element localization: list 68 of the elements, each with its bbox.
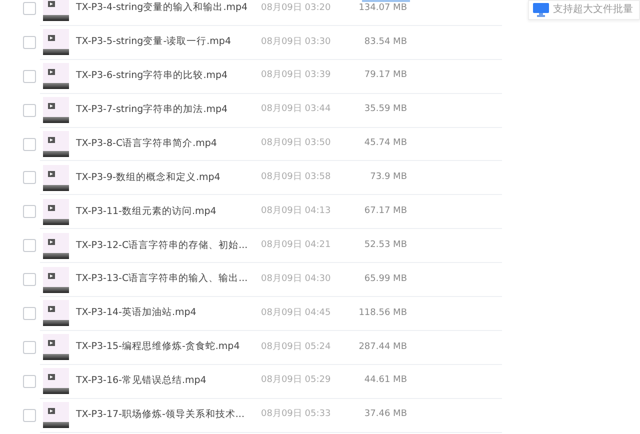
file-name[interactable]: TX-P3-9-数组的概念和定义.mp4 — [76, 170, 261, 186]
promo-text: 支持超大文件批量 — [553, 5, 633, 15]
file-size: 134.07 MB — [358, 2, 407, 15]
file-size: 37.46 MB — [363, 408, 407, 422]
file-name[interactable]: TX-P3-12-C语言字符串的存储、初始... — [76, 238, 261, 253]
checkbox[interactable] — [23, 104, 36, 117]
checkbox[interactable] — [23, 70, 36, 83]
video-thumbnail — [43, 266, 69, 293]
video-thumbnail — [43, 300, 69, 326]
file-name[interactable]: TX-P3-15-编程思维修炼-贪食蛇.mp4 — [76, 340, 261, 354]
file-name[interactable]: TX-P3-7-string字符串的加法.mp4 — [76, 102, 261, 118]
monitor-icon — [533, 3, 549, 17]
file-name[interactable]: TX-P3-14-英语加油站.mp4 — [76, 306, 261, 321]
file-name[interactable]: TX-P3-8-C语言字符串简介.mp4 — [76, 136, 261, 152]
file-name[interactable]: TX-P3-16-常见错误总结.mp4 — [76, 374, 261, 388]
file-name[interactable]: TX-P3-11-数组元素的访问.mp4 — [76, 204, 261, 219]
modified-date: 08月09日 03:39 — [261, 69, 332, 82]
modified-date: 08月09日 04:21 — [261, 238, 332, 252]
modified-date: 08月09日 05:29 — [261, 374, 332, 388]
modified-date: 08月09日 05:33 — [261, 408, 332, 422]
checkbox[interactable] — [23, 138, 36, 150]
modified-date: 08月09日 04:30 — [261, 272, 332, 286]
checkbox[interactable] — [23, 306, 36, 320]
checkbox[interactable] — [23, 205, 36, 218]
modified-date: 08月09日 03:58 — [261, 171, 332, 184]
file-size: 67.17 MB — [363, 205, 407, 218]
checkbox[interactable] — [23, 239, 36, 252]
file-size: 118.56 MB — [358, 306, 407, 320]
file-name[interactable]: TX-P3-17-职场修炼-领导关系和技术... — [76, 408, 261, 422]
file-size: 44.61 MB — [363, 374, 407, 388]
video-thumbnail — [43, 97, 69, 124]
file-name[interactable]: TX-P3-13-C语言字符串的输入、输出... — [76, 272, 261, 287]
checkbox[interactable] — [23, 273, 36, 286]
file-size: 83.54 MB — [363, 36, 407, 49]
file-size: 287.44 MB — [358, 340, 407, 354]
file-name[interactable]: TX-P3-5-string变量-读取一行.mp4 — [76, 35, 261, 50]
video-thumbnail — [43, 334, 69, 360]
video-thumbnail — [43, 402, 69, 428]
video-thumbnail — [43, 368, 69, 394]
video-thumbnail — [43, 131, 69, 157]
checkbox[interactable] — [23, 171, 36, 184]
modified-date: 08月09日 03:44 — [261, 103, 332, 116]
checkbox[interactable] — [23, 2, 36, 15]
modified-date: 08月09日 05:24 — [261, 340, 332, 354]
file-size: 73.9 MB — [369, 171, 407, 184]
checkbox[interactable] — [23, 36, 36, 49]
file-size: 79.17 MB — [363, 69, 407, 82]
checkbox[interactable] — [23, 374, 36, 388]
video-thumbnail — [43, 164, 69, 191]
file-name[interactable]: TX-P3-4-string变量的输入和输出.mp4 — [76, 1, 261, 16]
video-thumbnail — [43, 63, 69, 90]
video-thumbnail — [43, 198, 69, 225]
file-size: 65.99 MB — [363, 272, 407, 286]
modified-date: 08月09日 03:20 — [261, 2, 332, 15]
modified-date: 08月09日 04:13 — [261, 205, 332, 218]
modified-date: 08月09日 04:45 — [261, 306, 332, 320]
video-thumbnail — [43, 0, 69, 22]
file-size: 45.74 MB — [363, 137, 407, 150]
button-edge[interactable] — [362, 0, 410, 2]
video-thumbnail — [43, 232, 69, 259]
file-size: 35.59 MB — [363, 103, 407, 116]
file-size: 52.53 MB — [363, 238, 407, 252]
video-thumbnail — [43, 29, 69, 56]
checkbox[interactable] — [23, 340, 36, 354]
modified-date: 08月09日 03:50 — [261, 137, 332, 150]
checkbox[interactable] — [23, 408, 36, 422]
modified-date: 08月09日 03:30 — [261, 36, 332, 49]
file-name[interactable]: TX-P3-6-string字符串的比较.mp4 — [76, 69, 261, 84]
